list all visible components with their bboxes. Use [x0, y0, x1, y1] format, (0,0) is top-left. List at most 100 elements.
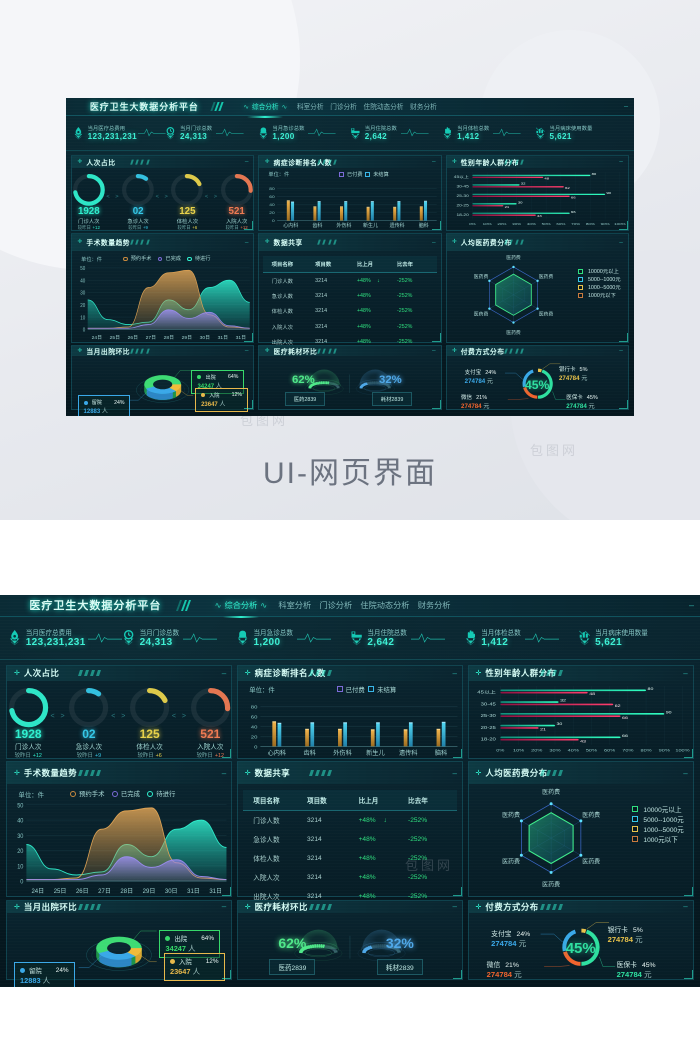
payment-name: 银行卡 [558, 366, 576, 373]
bar-x-label: 脑科 [418, 222, 429, 229]
wave-icon: ∿ [214, 601, 222, 611]
legend-swatch [632, 836, 639, 842]
nav-tab-4[interactable]: 住院动态分析 [360, 101, 407, 111]
card-collapse-icon[interactable]: ‒ [683, 769, 687, 778]
gauge-percent-1: 62% [291, 373, 315, 386]
cell-mom-value: +48% [356, 292, 371, 299]
card-header: ✛ 付费方式分布 ‒ [446, 345, 628, 356]
app-header: 医疗卫生大数据分析平台 ∿ 综合分析 ∿ 科室分析 门诊分析 住院动态分析 财务分析 ‒ [66, 98, 634, 116]
svg-text:30-45: 30-45 [480, 702, 495, 707]
surgery-x-label: 29日 [181, 336, 192, 342]
nav-tab-3[interactable]: 门诊分析 [327, 101, 360, 111]
donut-chart [69, 688, 109, 728]
plus-icon: ✛ [244, 670, 251, 678]
card-collapse-icon[interactable]: ‒ [619, 239, 623, 246]
nav-tab-2[interactable]: 科室分析 [274, 599, 315, 611]
card-collapse-icon[interactable]: ‒ [245, 158, 249, 165]
kpi-item-2: 当月门诊总数 24,313 [165, 124, 257, 141]
ratio-value: 521 [200, 727, 221, 742]
ratio-separator: < > [204, 193, 220, 200]
svg-text:医药费: 医药费 [506, 329, 521, 336]
kpi-item-5: 当月体检总数 1,412 [464, 627, 578, 648]
ratio-delta-value: +12 [214, 753, 224, 760]
card-body: 1928 门诊人次 较昨日 +12 < >02 急诊人次 较昨日 +9 < >125 体检人次 较昨… [7, 681, 231, 760]
card-header-dots [78, 770, 102, 776]
svg-text:10: 10 [18, 864, 25, 870]
kpi-wave-icon [88, 630, 123, 646]
nav-tab-4[interactable]: 住院动态分析 [356, 599, 413, 611]
card-header-dots [309, 670, 333, 677]
ratio-delta-value: +12 [240, 224, 248, 230]
kpi-value: 24,313 [179, 132, 208, 142]
plus-icon: ✛ [14, 770, 20, 777]
callout-row: 出院 64% [165, 934, 214, 943]
bar-x-label: 遗传科 [398, 749, 418, 757]
cell-yoy: -252% [396, 292, 413, 299]
nav-tab-2[interactable]: 科室分析 [294, 101, 327, 111]
radar-legend: 10000元以上 5000--1000元 1000--5000元 1000元以下 [632, 804, 684, 844]
plus-icon: ✛ [14, 670, 20, 678]
payment-amount-unit: 元 [579, 374, 588, 382]
card-collapse-icon[interactable]: ‒ [222, 902, 226, 911]
radar-legend-item-1: 10000元以上 [578, 267, 621, 275]
card-collapse-icon[interactable]: ‒ [683, 902, 687, 911]
bar-chart: 0 20 40 60 80 [259, 168, 440, 230]
svg-text:20-25: 20-25 [480, 725, 495, 730]
plus-icon: ✛ [77, 239, 83, 246]
card-collapse-icon[interactable]: ‒ [683, 669, 687, 678]
card-collapse-icon[interactable]: ‒ [619, 158, 623, 165]
table-body: 门诊人数 3214 +48% ↓ -252% 急诊人数 3214 +48% -252% 体检人数… [243, 810, 458, 906]
nav-tab-1[interactable]: ∿ 综合分析 ∿ [237, 101, 293, 111]
payment-amount-value: 274784 [486, 970, 513, 980]
ratio-value: 02 [132, 205, 144, 217]
table-row: 入院人次 3214 +48% -252% [243, 868, 458, 887]
preview-caption: UI-网页界面 [263, 457, 437, 490]
legend-label: 1000--5000元 [587, 285, 621, 292]
radar-legend-item-3: 1000--5000元 [578, 283, 621, 291]
header-collapse-icon[interactable]: ‒ [689, 600, 694, 610]
ratio-delta: 较昨日 +12 [221, 225, 253, 231]
card-collapse-icon[interactable]: ‒ [245, 239, 249, 246]
card-header: ✛ 数据共享 ‒ [259, 233, 441, 251]
card-collapse-icon[interactable]: ‒ [453, 902, 457, 911]
header-slash-decor [176, 599, 192, 611]
card-collapse-icon[interactable]: ‒ [453, 769, 457, 778]
wave-icon: ∿ [260, 601, 268, 611]
nav-tab-5[interactable]: 财务分析 [407, 101, 440, 111]
payment-amount: 274784 元 [617, 969, 656, 980]
card-header-dots [129, 239, 151, 245]
card-collapse-icon[interactable]: ‒ [432, 347, 436, 354]
bar-x-labels: 心内科 齿科 外伤科 新生儿 遗传科 脑科 [277, 222, 437, 229]
card-gender-age: ✛ 性别年龄人群分布 ‒ 80 48 45以上 32 62 30-45 90 66 25-30 30 21… [445, 154, 629, 231]
card-collapse-icon[interactable]: ‒ [432, 158, 436, 165]
card-collapse-icon[interactable]: ‒ [245, 347, 249, 354]
kpi-wave-icon [524, 630, 559, 646]
card-collapse-icon[interactable]: ‒ [619, 347, 623, 354]
donut-chart [171, 173, 204, 206]
cell-name: 体检人数 [253, 856, 280, 864]
kpi-text: 当月住院总数 2,642 [365, 124, 397, 141]
card-collapse-icon[interactable]: ‒ [453, 669, 457, 678]
nav-tab-3[interactable]: 门诊分析 [315, 599, 356, 611]
ratio-label: 急诊人次 [75, 744, 103, 752]
legend-swatch [578, 276, 583, 282]
gauge-percent-2: 32% [385, 934, 414, 951]
svg-text:0%: 0% [469, 221, 476, 225]
plus-icon: ✛ [77, 347, 83, 354]
svg-text:30: 30 [80, 290, 85, 296]
cell-mom: +48% [359, 868, 408, 887]
kpi-text: 当月医疗总费用 123,231,231 [88, 124, 137, 141]
surgery-x-label: 29日 [142, 889, 156, 896]
svg-text:20: 20 [18, 849, 25, 855]
card-collapse-icon[interactable]: ‒ [222, 669, 226, 678]
card-collapse-icon[interactable]: ‒ [432, 239, 436, 246]
header-collapse-icon[interactable]: ‒ [624, 102, 628, 111]
cell-yoy: -252% [396, 323, 413, 330]
card-collapse-icon[interactable]: ‒ [222, 769, 226, 778]
callout-amount-unit: 人 [40, 975, 51, 985]
nav-tab-5[interactable]: 财务分析 [414, 599, 455, 611]
nav-tab-1[interactable]: ∿ 综合分析 ∿ [208, 599, 275, 611]
surgery-x-label: 31日 [187, 889, 200, 896]
svg-text:40: 40 [18, 818, 25, 824]
bar-x-label: 外伤科 [333, 749, 352, 757]
